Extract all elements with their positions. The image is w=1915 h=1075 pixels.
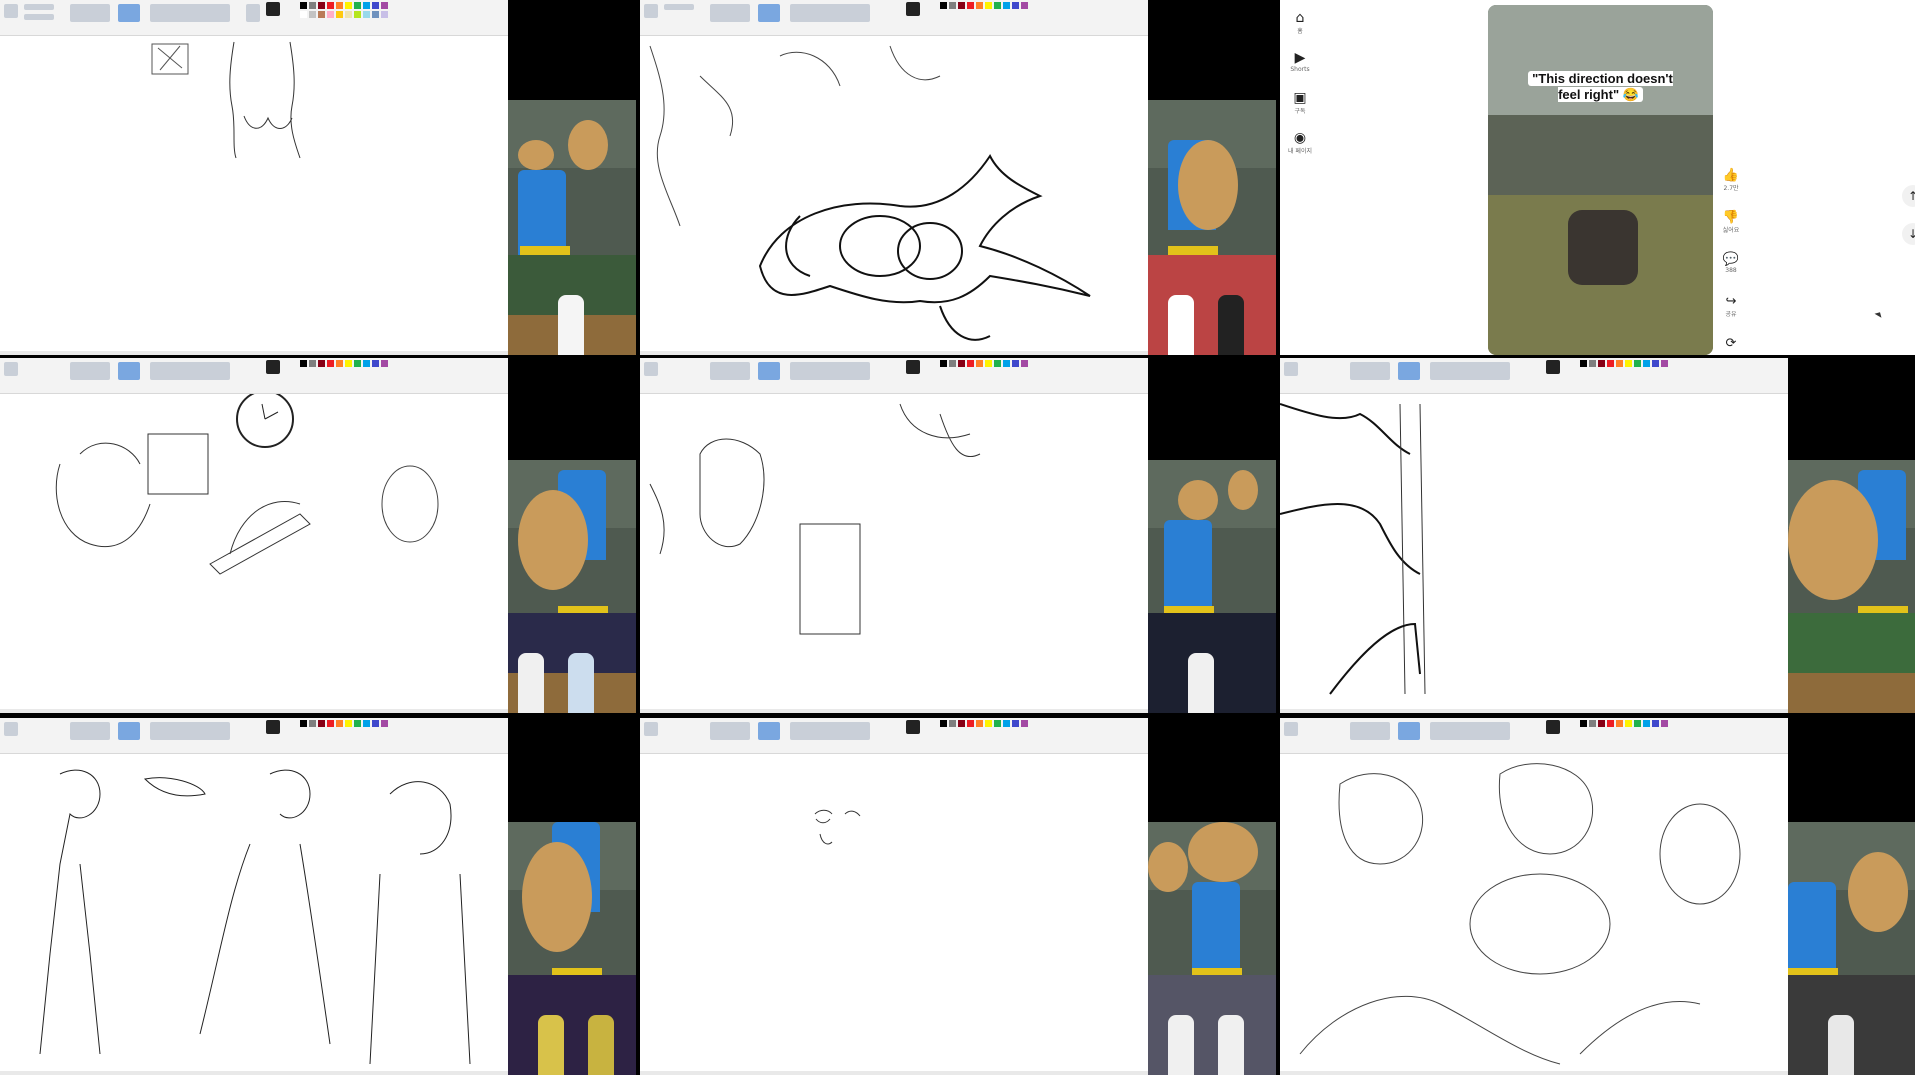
webcam-feed-4: [1148, 460, 1276, 713]
arrow-up-icon: ↑: [1907, 189, 1915, 203]
sketch: [1280, 403, 1426, 695]
shorts-video-player[interactable]: "This direction doesn't feel right" 😂: [1488, 5, 1713, 355]
shorts-navigation: ↑ ↓: [1902, 185, 1915, 261]
sketch: [649, 45, 1091, 341]
sidebar-item-subscriptions[interactable]: ▣ 구독: [1280, 90, 1320, 115]
drawing-canvas[interactable]: [640, 36, 1148, 355]
remix-icon: ⟳: [1725, 336, 1737, 351]
sketch: [55, 394, 439, 575]
sidebar-item-shorts[interactable]: ▶ Shorts: [1280, 50, 1320, 73]
paint-window-1: [0, 0, 508, 355]
previous-short-button[interactable]: ↑: [1902, 185, 1915, 207]
drawing-canvas[interactable]: [0, 36, 508, 355]
paint-window-3: [0, 358, 508, 713]
webcam-feed-8: [1788, 822, 1915, 1075]
sketch: [1299, 763, 1741, 1065]
webcam-feed-3: [508, 460, 636, 713]
shorts-actions: 👍 2.7만 👎 싫어요 💬 388 ↪ 공유 ⟳: [1718, 168, 1744, 378]
thumbs-up-icon: 👍: [1722, 168, 1740, 183]
paint-window-2: [640, 0, 1148, 355]
like-button[interactable]: 👍 2.7만: [1718, 168, 1744, 210]
webcam-feed-5: [1788, 460, 1915, 713]
drawing-canvas[interactable]: [640, 394, 1148, 713]
paint-window-7: [640, 718, 1148, 1075]
paint-toolbar[interactable]: [0, 718, 508, 754]
paint-toolbar[interactable]: [640, 718, 1148, 754]
shorts-icon: ▶: [1294, 50, 1306, 66]
paint-toolbar[interactable]: [640, 358, 1148, 394]
video-caption: "This direction doesn't feel right" 😂: [1528, 71, 1673, 103]
drawing-canvas[interactable]: [0, 394, 508, 713]
paint-toolbar[interactable]: [0, 0, 508, 36]
sketch: [814, 809, 861, 845]
paint-toolbar[interactable]: [0, 358, 508, 394]
dislike-button[interactable]: 👎 싫어요: [1718, 210, 1744, 252]
paint-toolbar[interactable]: [640, 0, 1148, 36]
home-icon: ⌂: [1295, 10, 1305, 26]
drawing-canvas[interactable]: [1280, 394, 1788, 713]
paint-window-5: [1280, 358, 1788, 713]
comment-icon: 💬: [1722, 252, 1740, 267]
share-icon: ↪: [1725, 294, 1737, 309]
sketch: [151, 41, 301, 159]
comments-button[interactable]: 💬 388: [1718, 252, 1744, 294]
sidebar-item-home[interactable]: ⌂ 홈: [1280, 10, 1320, 35]
paint-toolbar[interactable]: [1280, 358, 1788, 394]
paint-window-4: [640, 358, 1148, 713]
account-icon: ◉: [1293, 130, 1307, 146]
webcam-feed-1: [508, 100, 636, 355]
drawing-canvas[interactable]: [640, 754, 1148, 1075]
paint-window-6: [0, 718, 508, 1075]
sidebar-item-account[interactable]: ◉ 내 페이지: [1280, 130, 1320, 155]
arrow-down-icon: ↓: [1907, 227, 1915, 241]
subscriptions-icon: ▣: [1293, 90, 1307, 106]
sketch: [649, 403, 981, 635]
drawing-canvas[interactable]: [1280, 754, 1788, 1075]
youtube-sidebar: ⌂ 홈 ▶ Shorts ▣ 구독 ◉ 내 페이지: [1280, 0, 1320, 355]
webcam-feed-6: [508, 822, 636, 1075]
sketch: [39, 769, 471, 1065]
webcam-feed-2: [1148, 100, 1276, 355]
paint-toolbar[interactable]: [1280, 718, 1788, 754]
paint-window-8: [1280, 718, 1788, 1075]
next-short-button[interactable]: ↓: [1902, 223, 1915, 245]
thumbs-down-icon: 👎: [1722, 210, 1740, 225]
drawing-canvas[interactable]: [0, 754, 508, 1075]
share-button[interactable]: ↪ 공유: [1718, 294, 1744, 336]
webcam-feed-7: [1148, 822, 1276, 1075]
